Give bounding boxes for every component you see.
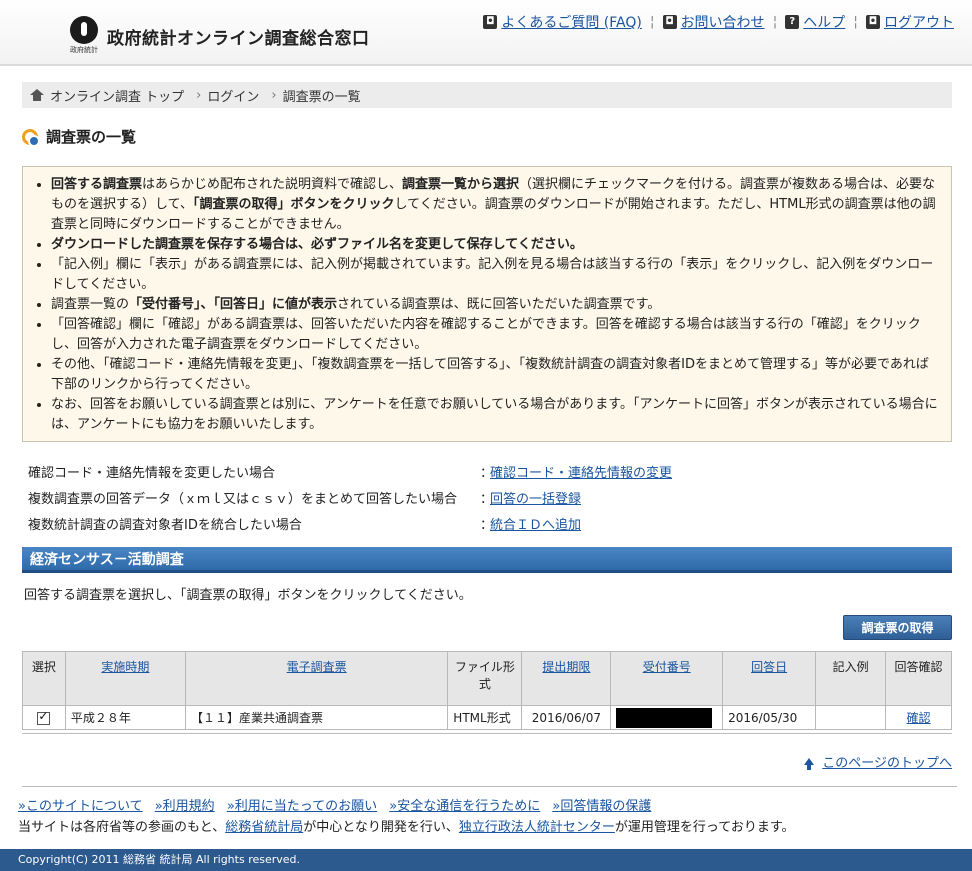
form-cell: 【１１】産業共通調査票 [185, 705, 449, 730]
example-cell [815, 705, 887, 730]
page-top: このページのトップへ [804, 752, 952, 771]
instruction-item: 回答する調査票はあらかじめ配布された説明資料で確認し、調査票一覧から選択（選択欄… [51, 175, 941, 235]
nav-help[interactable]: ? ヘルプ [785, 12, 845, 32]
bulk-register-link[interactable]: 回答の一括登録 [490, 488, 581, 507]
help-icon: ? [785, 15, 800, 29]
link-row: 複数調査票の回答データ（ｘｍｌ又はｃｓｖ）をまとめて回答したい場合 ： 回答の一… [28, 484, 928, 510]
redacted-receipt-number [616, 707, 713, 728]
copyright-bar: Copyright(C) 2011 総務省 統計局 All rights res… [0, 849, 972, 871]
col-header-deadline[interactable]: 提出期限 [521, 651, 612, 706]
chevron-right-icon: › [271, 87, 277, 103]
answered-date-cell: 2016/05/30 [722, 705, 817, 730]
instruction-item: その他、「確認コード・連絡先情報を変更」、「複数調査票を一括して回答する」、「複… [51, 355, 941, 395]
page-title: 調査票の一覧 [46, 128, 137, 146]
confirm-link[interactable]: 確認 [907, 711, 931, 725]
table-header-row: 選択 実施時期 電子調査票 ファイル形式 提出期限 受付番号 回答日 記入例 回… [22, 651, 952, 706]
survey-section-title: 経済センサス－活動調査 [22, 547, 952, 573]
fetch-forms-button[interactable]: 調査票の取得 [843, 615, 952, 640]
footer-link-secure[interactable]: »安全な通信を行うために [389, 799, 540, 814]
add-integrated-id-link[interactable]: 統合ＩＤへ追加 [490, 514, 581, 533]
period-cell: 平成２８年 [64, 705, 187, 730]
footer-link-terms[interactable]: »利用規約 [155, 799, 215, 814]
help-link[interactable]: ヘルプ [803, 12, 845, 32]
breadcrumb-item-current: 調査票の一覧 [282, 89, 361, 105]
table-row: 平成２８年 【１１】産業共通調査票 HTML形式 2016/06/07 2016… [22, 705, 952, 730]
nav-separator: ¦ [772, 14, 778, 30]
instruction-item: 「記入例」欄に「表示」がある調査票には、記入例が掲載されています。記入例を見る場… [51, 255, 941, 295]
col-header-format: ファイル形式 [447, 651, 523, 706]
footer-divider [22, 786, 957, 787]
nav-logout[interactable]: ◘ ログアウト [866, 12, 954, 32]
contact-icon: ◘ [662, 15, 677, 29]
format-cell: HTML形式 [447, 705, 523, 730]
col-header-receipt[interactable]: 受付番号 [610, 651, 724, 706]
contact-link[interactable]: お問い合わせ [681, 12, 765, 32]
breadcrumb-item-login[interactable]: ログイン [207, 86, 259, 105]
search-circle-icon [22, 128, 40, 147]
nav-faq[interactable]: ◘ よくあるご質問 (FAQ) [483, 12, 642, 32]
instruction-item: ダウンロードした調査票を保存する場合は、必ずファイル名を変更して保存してください… [51, 235, 941, 255]
receipt-cell [610, 705, 724, 730]
page-heading: 調査票の一覧 [22, 126, 136, 147]
divider [22, 733, 952, 734]
breadcrumb: オンライン調査 トップ › ログイン › 調査票の一覧 [22, 82, 952, 108]
logout-link[interactable]: ログアウト [884, 12, 954, 32]
home-icon[interactable] [30, 89, 44, 101]
instruction-item: 「回答確認」欄に「確認」がある調査票は、回答いただいた内容を確認することができま… [51, 315, 941, 355]
footer-link-about[interactable]: »このサイトについて [18, 799, 143, 814]
option-links: 確認コード・連絡先情報を変更したい場合 ： 確認コード・連絡先情報の変更 複数調… [28, 458, 928, 536]
footer-org-link-stat-bureau[interactable]: 総務省統計局 [225, 820, 303, 835]
col-header-period[interactable]: 実施時期 [64, 651, 187, 706]
logo-caption: 政府統計 [70, 46, 98, 54]
logout-icon: ◘ [866, 15, 880, 29]
col-header-confirm: 回答確認 [885, 651, 952, 706]
col-header-answered[interactable]: 回答日 [722, 651, 817, 706]
link-row: 複数統計調査の調査対象者IDを統合したい場合 ： 統合ＩＤへ追加 [28, 510, 928, 536]
link-row-label: 複数調査票の回答データ（ｘｍｌ又はｃｓｖ）をまとめて回答したい場合 [28, 491, 458, 507]
instructions-box: 回答する調査票はあらかじめ配布された説明資料で確認し、調査票一覧から選択（選択欄… [22, 166, 952, 442]
forms-table: 選択 実施時期 電子調査票 ファイル形式 提出期限 受付番号 回答日 記入例 回… [22, 651, 952, 730]
site-header: 政府統計 政府統計オンライン調査総合窓口 ◘ よくあるご質問 (FAQ) ¦ ◘… [0, 0, 972, 66]
faq-link[interactable]: よくあるご質問 (FAQ) [501, 12, 642, 32]
chevron-right-icon: › [196, 87, 202, 103]
select-cell [22, 705, 66, 730]
footer-link-privacy[interactable]: »回答情報の保護 [552, 799, 651, 814]
deadline-cell: 2016/06/07 [521, 705, 612, 730]
col-header-select: 選択 [22, 651, 66, 706]
site-title[interactable]: 政府統計オンライン調査総合窓口 [107, 24, 370, 49]
change-contact-link[interactable]: 確認コード・連絡先情報の変更 [490, 462, 672, 481]
footer-links: »このサイトについて »利用規約 »利用に当たってのお願い »安全な通信を行うた… [18, 795, 659, 814]
faq-icon: ◘ [483, 15, 498, 29]
nav-separator: ¦ [853, 14, 858, 30]
government-statistics-logo-icon[interactable] [70, 16, 98, 44]
link-row-label: 確認コード・連絡先情報を変更したい場合 [28, 465, 276, 481]
page-top-link[interactable]: このページのトップへ [822, 752, 952, 771]
nav-separator: ¦ [649, 14, 655, 30]
arrow-up-icon [804, 758, 815, 770]
nav-contact[interactable]: ◘ お問い合わせ [662, 12, 765, 32]
top-nav: ◘ よくあるご質問 (FAQ) ¦ ◘ お問い合わせ ¦ ? ヘルプ ¦ ◘ ロ… [483, 12, 954, 32]
select-checkbox[interactable] [37, 709, 51, 725]
footer-operator-text: 当サイトは各府省等の参画のもと、総務省統計局が中心となり開発を行い、独立行政法人… [18, 820, 795, 835]
instruction-item: なお、回答をお願いしている調査票とは別に、アンケートを任意でお願いしている場合が… [51, 395, 941, 435]
col-header-example: 記入例 [815, 651, 887, 706]
instruction-item: 調査票一覧の「受付番号」、「回答日」に値が表示されている調査票は、既に回答いただ… [51, 295, 941, 315]
breadcrumb-item-top[interactable]: オンライン調査 トップ [50, 86, 184, 105]
link-row-label: 複数統計調査の調査対象者IDを統合したい場合 [28, 517, 302, 533]
section-instruction: 回答する調査票を選択し、「調査票の取得」ボタンをクリックしてください。 [24, 588, 472, 603]
confirm-cell: 確認 [885, 705, 952, 730]
col-header-form[interactable]: 電子調査票 [185, 651, 449, 706]
link-row: 確認コード・連絡先情報を変更したい場合 ： 確認コード・連絡先情報の変更 [28, 458, 928, 484]
footer-link-requests[interactable]: »利用に当たってのお願い [227, 799, 377, 814]
footer-org-link-stat-center[interactable]: 独立行政法人統計センター [459, 820, 615, 835]
